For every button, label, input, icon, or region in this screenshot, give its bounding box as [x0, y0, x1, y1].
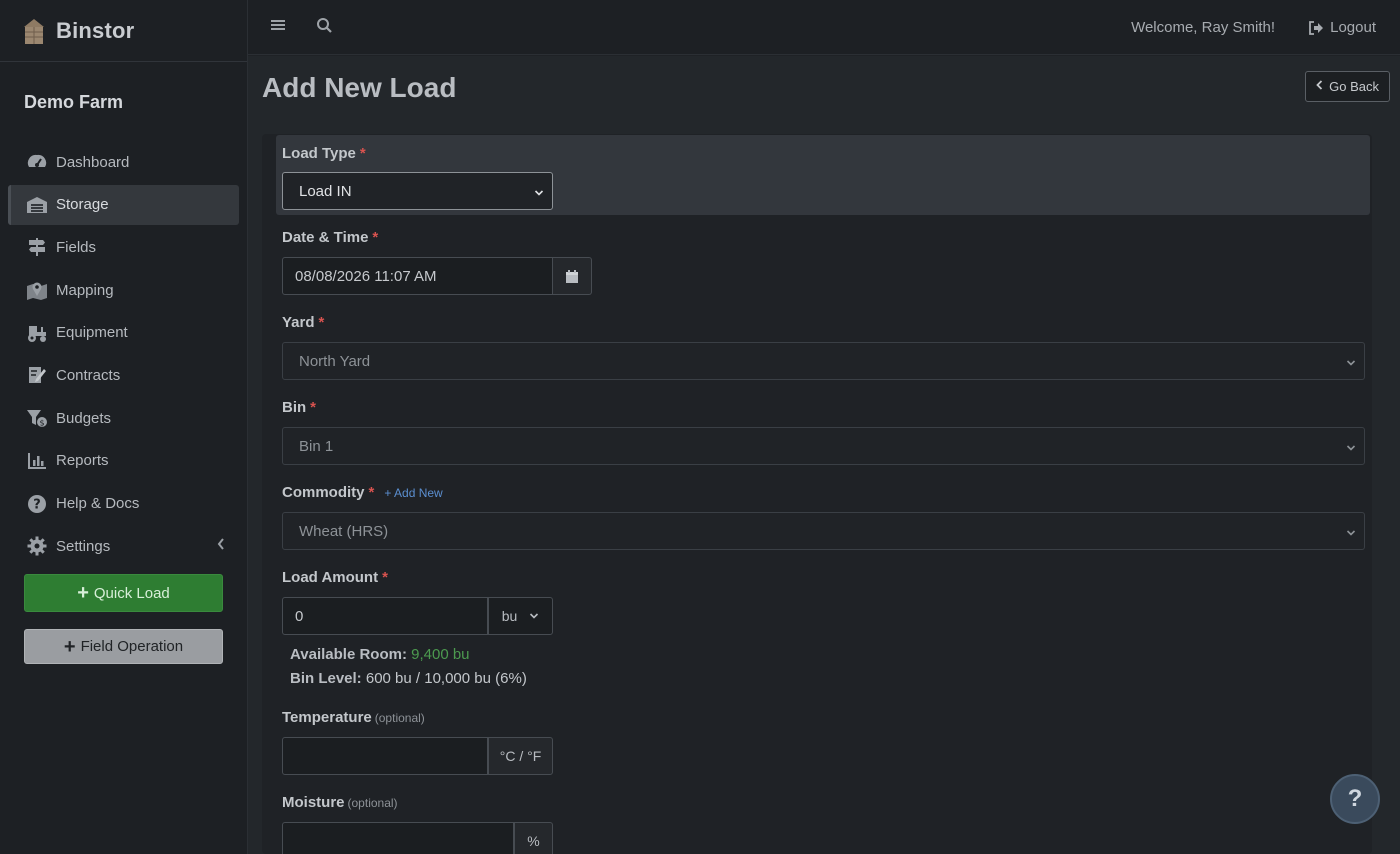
moisture-label: Moisture (optional): [282, 794, 398, 811]
chevron-down-icon: [1346, 355, 1356, 372]
add-new-commodity-link[interactable]: + Add New: [384, 486, 442, 500]
logout-label: Logout: [1330, 19, 1376, 36]
logout-link[interactable]: Logout: [1308, 19, 1376, 36]
go-back-button[interactable]: Go Back: [1305, 71, 1390, 102]
sidebar-item-dashboard[interactable]: Dashboard: [8, 142, 239, 182]
gear-icon: [26, 535, 48, 557]
load-amount-label: Load Amount *: [282, 569, 388, 586]
load-unit-value: bu: [501, 608, 518, 624]
search-icon[interactable]: [316, 17, 333, 39]
yard-value: North Yard: [299, 352, 371, 370]
sidebar-item-fields[interactable]: Fields: [8, 227, 239, 267]
sidebar-item-mapping[interactable]: Mapping: [8, 270, 239, 310]
yard-label: Yard *: [282, 314, 325, 331]
quick-load-label: Quick Load: [93, 584, 170, 602]
bin-level: Bin Level: 600 bu / 10,000 bu (6%): [290, 670, 527, 687]
sidebar-item-label: Contracts: [56, 366, 121, 384]
budget-icon: $: [26, 407, 48, 429]
chart-icon: [26, 450, 48, 472]
sidebar-item-help-docs[interactable]: ? Help & Docs: [8, 484, 239, 524]
page-title: Add New Load: [262, 72, 457, 103]
svg-text:?: ?: [33, 497, 41, 512]
commodity-label: Commodity * + Add New: [282, 484, 443, 501]
brand-name: Binstor: [56, 17, 135, 43]
load-form: Load Type * Load IN Date & Time * 08/08/20…: [262, 134, 1372, 854]
temperature-label: Temperature (optional): [282, 709, 425, 726]
load-type-select[interactable]: Load IN: [282, 172, 553, 210]
datetime-label: Date & Time *: [282, 229, 379, 246]
moisture-input[interactable]: [282, 822, 514, 854]
signpost-icon: [26, 236, 48, 258]
sidebar-item-label: Mapping: [56, 281, 114, 299]
datetime-input[interactable]: 08/08/2026 11:07 AM: [282, 257, 553, 295]
field-operation-button[interactable]: + Field Operation: [24, 629, 223, 664]
map-pin-icon: [26, 279, 48, 301]
load-type-group: Load Type * Load IN: [276, 135, 1370, 215]
moisture-unit-addon: %: [514, 822, 553, 854]
calendar-icon: [566, 269, 578, 283]
sidebar-item-label: Dashboard: [56, 153, 130, 171]
sidebar-nav: Dashboard Storage Fields Mapping Equipme…: [0, 142, 247, 566]
dashboard-icon: [26, 151, 48, 173]
sidebar-item-label: Budgets: [56, 409, 112, 427]
load-type-value: Load IN: [299, 182, 352, 200]
brand[interactable]: Binstor: [0, 0, 247, 62]
sidebar-item-budgets[interactable]: $ Budgets: [8, 398, 239, 438]
plus-icon: +: [63, 635, 76, 658]
quick-load-button[interactable]: + Quick Load: [24, 574, 223, 612]
yard-select[interactable]: North Yard: [282, 342, 1365, 380]
sidebar-item-label: Fields: [56, 238, 97, 256]
bin-select[interactable]: Bin 1: [282, 427, 1365, 465]
welcome-message: Welcome, Ray Smith!: [1131, 19, 1275, 36]
tractor-icon: [26, 322, 48, 344]
bin-value: Bin 1: [299, 437, 334, 455]
topbar: Welcome, Ray Smith! Logout: [248, 0, 1400, 55]
sidebar: Binstor Demo Farm Dashboard Storage Fiel…: [0, 0, 248, 854]
chevron-down-icon: [529, 608, 539, 624]
commodity-select[interactable]: Wheat (HRS): [282, 512, 1365, 550]
sidebar-item-contracts[interactable]: Contracts: [8, 355, 239, 395]
chevron-down-icon: [1346, 440, 1356, 457]
svg-text:$: $: [39, 419, 44, 428]
sidebar-item-label: Reports: [56, 452, 109, 470]
main-content: Add New Load Go Back Load Type * Load IN …: [248, 56, 1400, 854]
calendar-button[interactable]: [553, 257, 592, 295]
plus-icon: +: [77, 582, 89, 604]
sign-out-icon: [1309, 20, 1324, 35]
sidebar-item-label: Storage: [56, 196, 109, 214]
sidebar-item-label: Equipment: [56, 324, 128, 342]
go-back-label: Go Back: [1329, 79, 1379, 94]
commodity-value: Wheat (HRS): [299, 522, 389, 540]
silo-logo-icon: [20, 17, 48, 45]
temperature-unit-addon: °C / °F: [488, 737, 553, 775]
help-button[interactable]: ?: [1330, 774, 1380, 824]
chevron-down-icon: [1346, 525, 1356, 542]
contract-icon: [26, 364, 48, 386]
warehouse-icon: [26, 194, 48, 216]
hamburger-menu-icon[interactable]: [270, 17, 286, 38]
chevron-down-icon: [534, 185, 544, 202]
sidebar-item-settings[interactable]: Settings: [8, 526, 239, 566]
sidebar-item-reports[interactable]: Reports: [8, 441, 239, 481]
farm-name: Demo Farm: [24, 92, 124, 112]
load-type-label: Load Type *: [282, 145, 366, 162]
bin-label: Bin *: [282, 399, 317, 416]
chevron-left-icon: [1316, 80, 1323, 93]
chevron-left-icon: [217, 538, 225, 553]
sidebar-item-storage[interactable]: Storage: [8, 184, 239, 225]
load-amount-input[interactable]: 0: [282, 597, 488, 635]
available-room: Available Room: 9,400 bu: [290, 646, 470, 663]
sidebar-item-label: Help & Docs: [56, 495, 140, 512]
sidebar-item-equipment[interactable]: Equipment: [8, 313, 239, 353]
sidebar-item-label: Settings: [56, 537, 111, 555]
field-operation-label: Field Operation: [80, 638, 184, 655]
load-unit-select[interactable]: bu: [488, 597, 553, 635]
temperature-input[interactable]: [282, 737, 488, 775]
question-icon: ?: [26, 493, 48, 515]
